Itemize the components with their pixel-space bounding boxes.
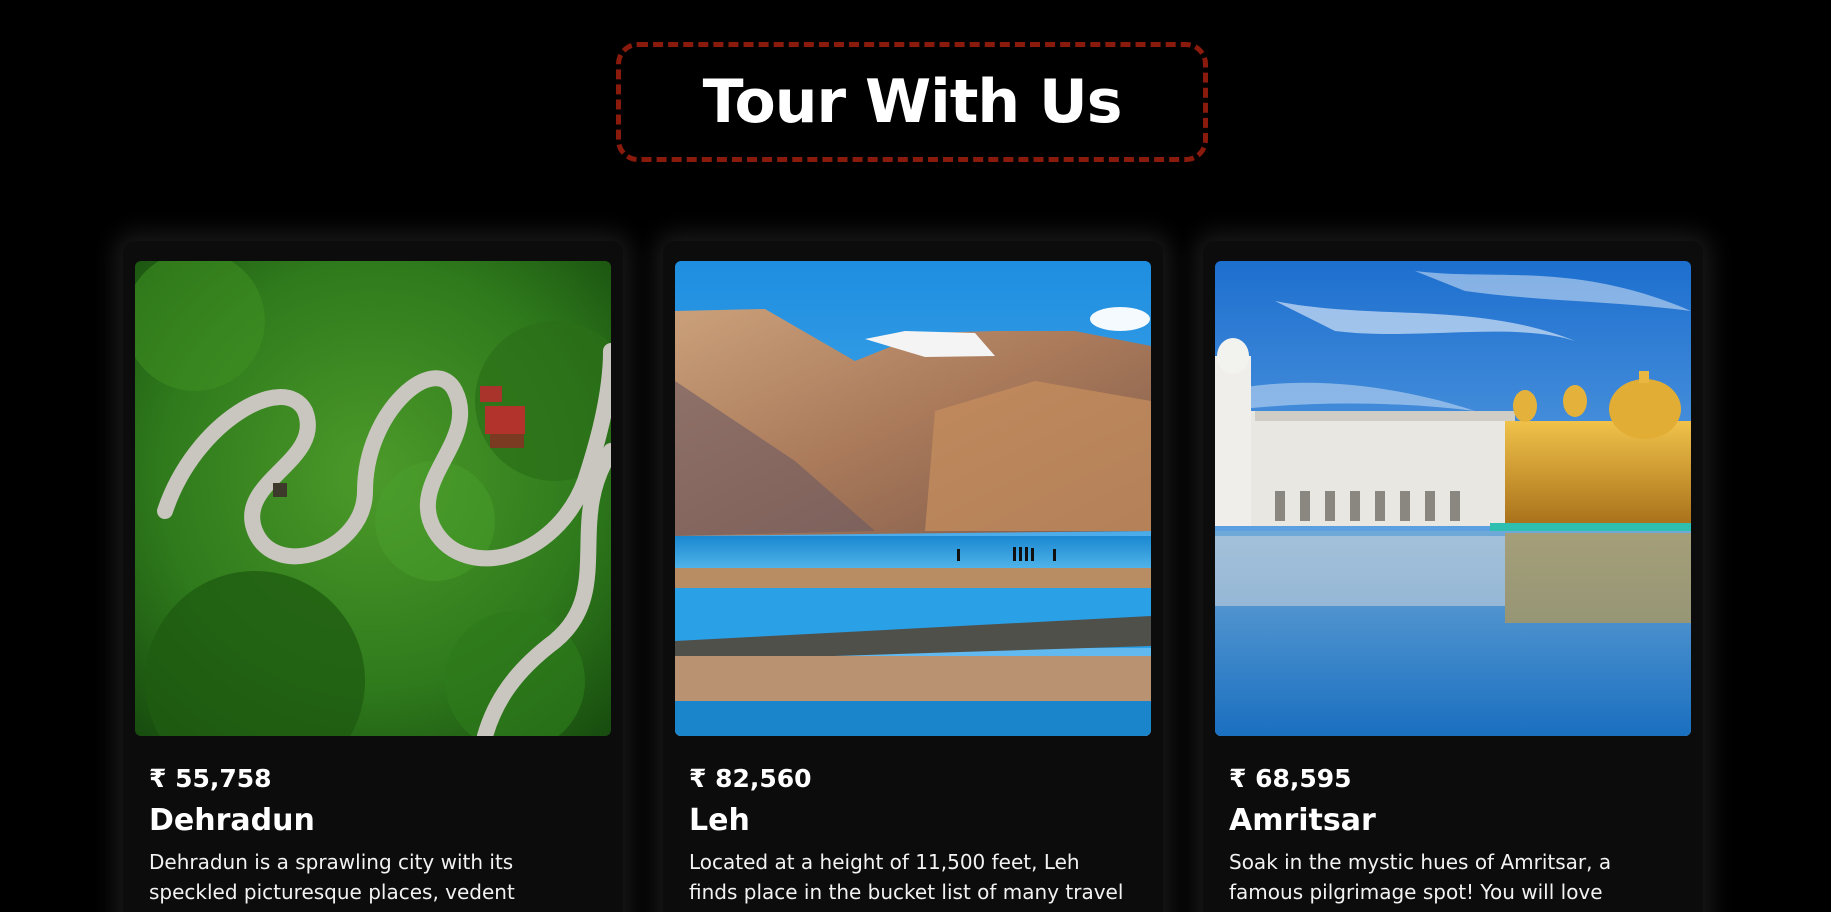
winding-mountain-road-photo — [135, 261, 611, 736]
mountain-lake-photo — [675, 261, 1151, 736]
tour-price: ₹ 68,595 — [1229, 764, 1352, 793]
tour-name: Dehradun — [149, 803, 315, 838]
tour-price: ₹ 55,758 — [149, 764, 272, 793]
tour-name: Amritsar — [1229, 803, 1376, 838]
golden-temple-photo — [1215, 261, 1691, 736]
tour-price: ₹ 82,560 — [689, 764, 812, 793]
tour-name: Leh — [689, 803, 750, 838]
tour-card-amritsar[interactable]: ₹ 68,595 Amritsar Soak in the mystic hue… — [1203, 241, 1703, 912]
tour-page: Tour With Us ₹ 55,758 Dehradun Dehradun … — [0, 0, 1831, 912]
tour-card-dehradun[interactable]: ₹ 55,758 Dehradun Dehradun is a sprawlin… — [123, 241, 623, 912]
section-title: Tour With Us — [702, 67, 1123, 137]
tour-card-leh[interactable]: ₹ 82,560 Leh Located at a height of 11,5… — [663, 241, 1163, 912]
tour-description: Located at a height of 11,500 feet, Leh … — [689, 850, 1124, 904]
section-title-box: Tour With Us — [616, 42, 1208, 162]
tour-description: Soak in the mystic hues of Amritsar, a f… — [1229, 850, 1612, 904]
tour-description: Dehradun is a sprawling city with its sp… — [149, 850, 515, 904]
